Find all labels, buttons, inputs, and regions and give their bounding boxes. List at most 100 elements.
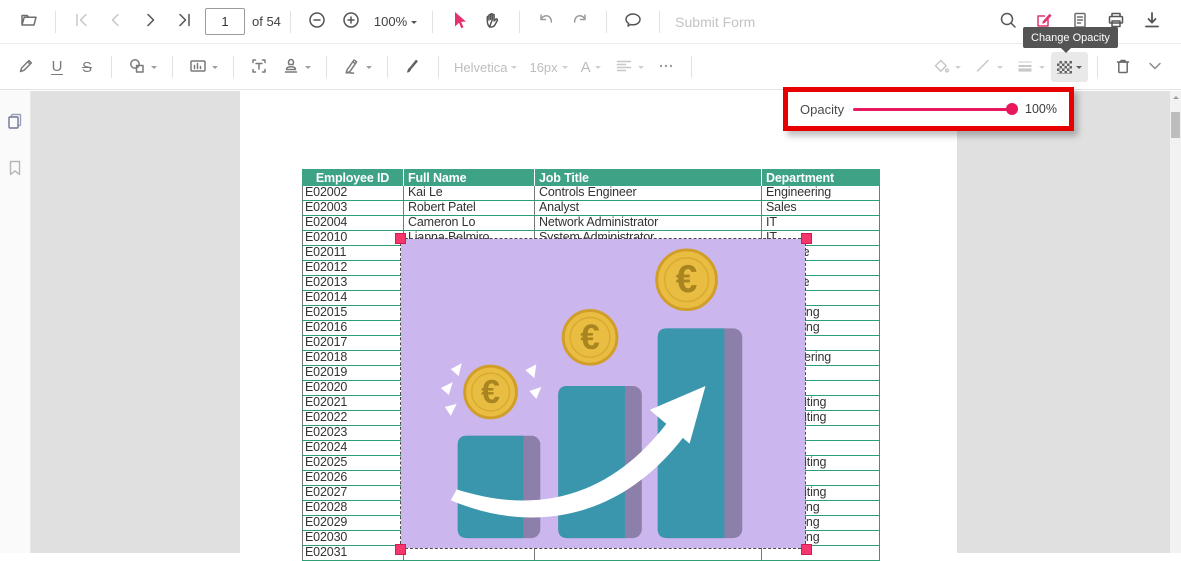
textbox-button[interactable] [243, 52, 275, 82]
table-cell: IT [762, 216, 880, 230]
collapse-toolbar-button[interactable] [1139, 52, 1171, 82]
table-cell: E02003 [302, 201, 404, 215]
euro-symbol: € [481, 373, 500, 411]
redo-button[interactable] [563, 7, 597, 37]
opacity-slider-handle[interactable] [1006, 103, 1018, 115]
zoom-level-button[interactable]: 100% [368, 7, 423, 37]
line-thickness-icon [1015, 56, 1035, 79]
toolbar-format: U S Helvetica 16px A [0, 45, 1181, 90]
underline-button[interactable]: U [42, 52, 72, 82]
font-color-button[interactable]: A [574, 52, 608, 82]
open-file-button[interactable] [12, 7, 46, 37]
shapes-button[interactable] [121, 52, 163, 82]
hand-tool-button[interactable] [476, 7, 510, 37]
opacity-slider[interactable] [853, 108, 1016, 111]
brush-icon [403, 56, 423, 79]
divider [233, 56, 234, 78]
textbox-icon [249, 56, 269, 79]
toolbar-top: of 54 100% Submit Form [0, 0, 1181, 44]
font-size-select[interactable]: 16px [523, 52, 573, 82]
zoom-in-icon [341, 10, 361, 33]
delete-button[interactable] [1107, 52, 1139, 82]
table-cell: E02013 [302, 276, 404, 290]
table-cell: E02022 [302, 411, 404, 425]
selected-image[interactable]: € € € [400, 238, 806, 549]
zoom-in-button[interactable] [334, 7, 368, 37]
chevron-left-icon [106, 10, 126, 33]
table-cell: E02024 [302, 441, 404, 455]
image-button[interactable] [182, 52, 224, 82]
page-thumbnails-button[interactable] [5, 111, 25, 136]
table-cell: E02023 [302, 426, 404, 440]
brush-button[interactable] [397, 52, 429, 82]
bookmarks-button[interactable] [5, 158, 25, 183]
chevron-down-icon [305, 66, 311, 72]
left-sidebar [0, 91, 31, 553]
chevron-down-icon [511, 66, 517, 72]
align-icon [614, 56, 634, 79]
page-number-input[interactable] [205, 8, 245, 35]
more-options-button[interactable] [650, 52, 682, 82]
table-cell: E02021 [302, 396, 404, 410]
stamp-button[interactable] [275, 52, 317, 82]
previous-page-button[interactable] [99, 7, 133, 37]
undo-icon [536, 10, 556, 33]
table-row: E02003Robert PatelAnalystSales [302, 201, 880, 216]
table-cell: E02011 [302, 246, 404, 260]
divider [432, 11, 433, 33]
fill-color-button[interactable] [925, 52, 967, 82]
undo-button[interactable] [529, 7, 563, 37]
table-cell: Robert Patel [404, 201, 535, 215]
folder-icon [19, 10, 39, 33]
zoom-out-button[interactable] [300, 7, 334, 37]
divider [438, 56, 439, 78]
table-cell: E02012 [302, 261, 404, 275]
select-tool-button[interactable] [442, 7, 476, 37]
first-page-button[interactable] [65, 7, 99, 37]
redo-icon [570, 10, 590, 33]
chevron-right-icon [140, 10, 160, 33]
scroll-up-button[interactable] [1170, 91, 1181, 103]
table-cell: E02018 [302, 351, 404, 365]
scroll-up-arrow-icon [1173, 93, 1179, 99]
table-cell: E02017 [302, 336, 404, 350]
strikethrough-button[interactable]: S [72, 52, 102, 82]
table-cell: E02020 [302, 381, 404, 395]
line-style-button[interactable] [967, 52, 1009, 82]
align-button[interactable] [608, 52, 650, 82]
selection-handle-top-left[interactable] [395, 233, 406, 244]
comment-button[interactable] [616, 7, 650, 37]
selection-handle-top-right[interactable] [801, 233, 812, 244]
submit-form-button[interactable]: Submit Form [669, 14, 761, 30]
table-cell: E02030 [302, 531, 404, 545]
chevron-down-icon [1039, 66, 1045, 72]
table-cell: E02019 [302, 366, 404, 380]
table-cell: E02004 [302, 216, 404, 230]
search-button[interactable] [991, 7, 1025, 37]
last-page-button[interactable] [167, 7, 201, 37]
download-button[interactable] [1135, 7, 1169, 37]
table-row: E02002Kai LeControls EngineerEngineering [302, 186, 880, 201]
annotate-pen-button[interactable] [10, 52, 42, 82]
next-page-button[interactable] [133, 7, 167, 37]
table-cell: E02014 [302, 291, 404, 305]
selection-handle-bottom-right[interactable] [801, 544, 812, 555]
signature-button[interactable] [336, 52, 378, 82]
euro-symbol: € [676, 258, 698, 301]
coin-3: € [657, 250, 717, 310]
font-family-label: Helvetica [454, 60, 507, 75]
chevron-down-icon [212, 66, 218, 72]
line-thickness-button[interactable] [1009, 52, 1051, 82]
font-family-select[interactable]: Helvetica [448, 52, 523, 82]
line-icon [973, 56, 993, 79]
vertical-scrollbar[interactable] [1170, 91, 1181, 553]
scrollbar-thumb[interactable] [1171, 112, 1180, 138]
selection-handle-bottom-left[interactable] [395, 544, 406, 555]
table-cell: E02016 [302, 321, 404, 335]
table-header-row: Employee ID Full Name Job Title Departme… [302, 169, 880, 186]
tooltip: Change Opacity [1023, 27, 1118, 48]
table-cell: Cameron Lo [404, 216, 535, 230]
table-cell: E02010 [302, 231, 404, 245]
chevron-down-icon [366, 66, 372, 72]
chevron-down-icon [595, 66, 601, 72]
